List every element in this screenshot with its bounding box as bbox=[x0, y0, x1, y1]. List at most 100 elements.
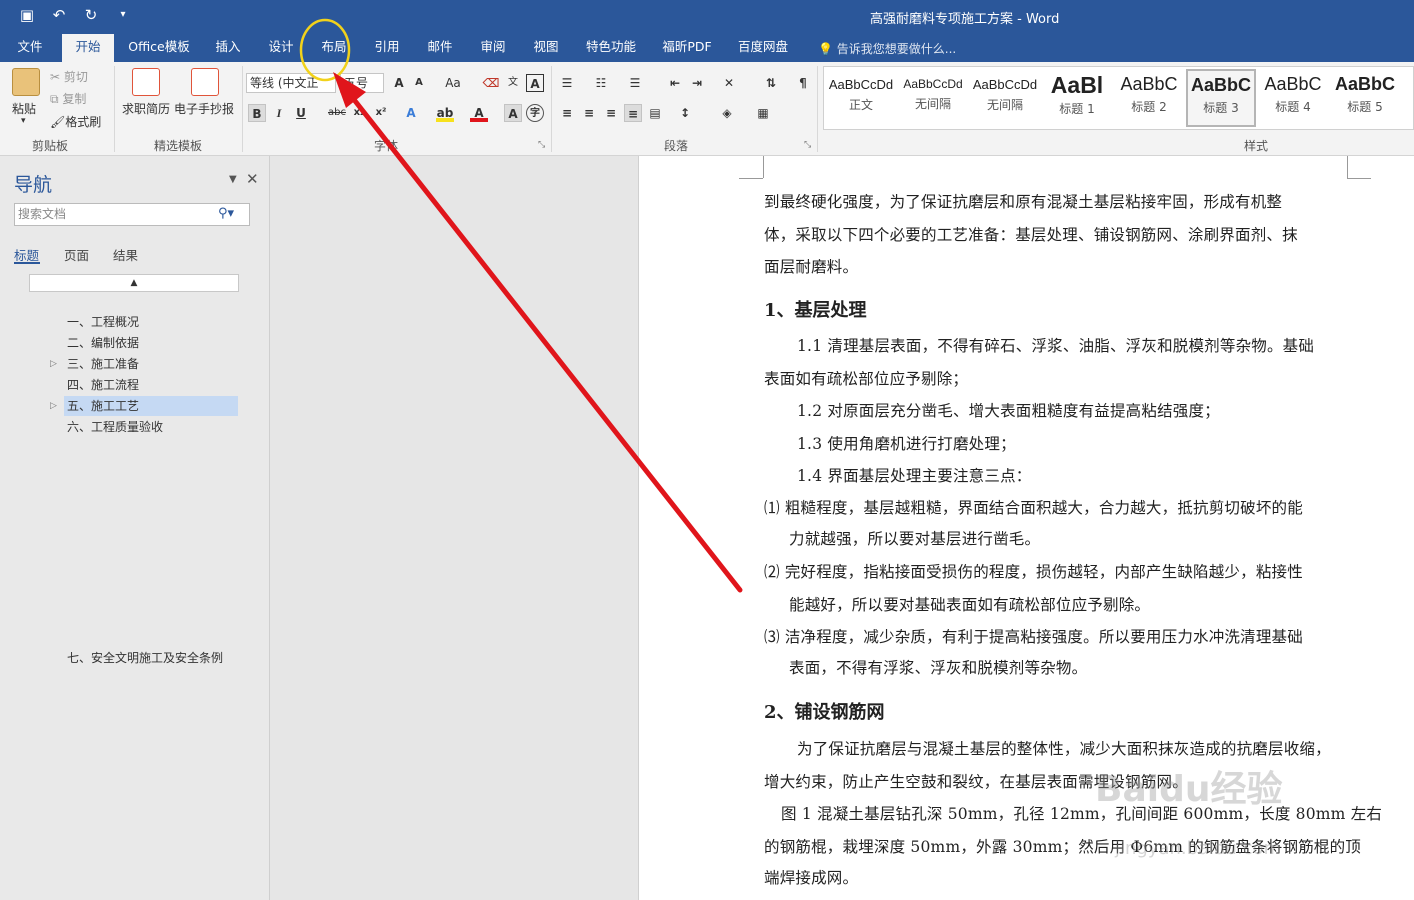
show-marks-icon[interactable]: ¶ bbox=[794, 74, 812, 92]
paste-icon[interactable] bbox=[12, 68, 40, 96]
clipboard-group-label: 剪贴板 bbox=[32, 139, 69, 153]
font-color-icon[interactable]: A bbox=[470, 104, 488, 122]
line-spacing-icon[interactable]: ↕ bbox=[676, 104, 694, 122]
save-icon[interactable]: ▣ bbox=[18, 6, 36, 24]
expand-icon[interactable]: ▷ bbox=[50, 401, 57, 411]
justify-icon[interactable]: ≡ bbox=[624, 104, 642, 122]
align-left-icon[interactable]: ≡ bbox=[558, 104, 576, 122]
highlight-icon[interactable]: ab bbox=[436, 104, 454, 122]
tab-office-templates[interactable]: Office模板 bbox=[122, 34, 196, 62]
paragraph-line: ⑶ 洁净程度，减少杂质，有利于提高粘接强度。所以要用压力水冲洗清理基础 bbox=[764, 628, 1303, 646]
nav-options-icon[interactable]: ▼ bbox=[229, 174, 237, 185]
nav-tab-pages[interactable]: 页面 bbox=[64, 245, 89, 264]
character-border-icon[interactable]: A bbox=[526, 74, 544, 92]
multilevel-list-icon[interactable]: ☰ bbox=[626, 74, 644, 92]
heading-item[interactable]: 四、施工流程 bbox=[64, 375, 238, 395]
heading-item[interactable]: 七、安全文明施工及安全条例 bbox=[64, 648, 238, 668]
font-name-combo[interactable]: 等线 (中文正 bbox=[246, 73, 336, 93]
bullets-icon[interactable]: ☰ bbox=[558, 74, 576, 92]
style-no-spacing[interactable]: AaBbCcDd 无间隔 bbox=[970, 69, 1040, 127]
paste-button[interactable]: 粘贴 bbox=[12, 100, 36, 117]
format-painter-button[interactable]: 🖌格式刷 bbox=[50, 113, 101, 130]
tab-home[interactable]: 开始 bbox=[62, 34, 114, 62]
italic-button[interactable]: I bbox=[270, 104, 288, 122]
search-icon[interactable]: ⚲▾ bbox=[218, 206, 253, 221]
heading-item[interactable]: 二、编制依据 bbox=[64, 333, 238, 353]
distributed-icon[interactable]: ▤ bbox=[646, 104, 664, 122]
heading-item[interactable]: 三、施工准备 bbox=[64, 354, 238, 374]
clear-formatting-icon[interactable]: ⌫ bbox=[482, 74, 500, 92]
tab-design[interactable]: 设计 bbox=[259, 34, 303, 62]
customize-qat-icon[interactable]: ▾ bbox=[114, 6, 132, 24]
nav-tab-results[interactable]: 结果 bbox=[113, 245, 138, 264]
superscript-button[interactable]: x² bbox=[372, 104, 390, 122]
tab-review[interactable]: 审阅 bbox=[471, 34, 515, 62]
style-body-text[interactable]: AaBbCcDd 无间隔 bbox=[898, 69, 968, 127]
text-effects-icon[interactable]: A bbox=[402, 104, 420, 122]
watermark-url: jingyan.baidu.com bbox=[1115, 838, 1282, 859]
tab-file[interactable]: 文件 bbox=[8, 34, 52, 62]
sort-icon[interactable]: ⇅ bbox=[762, 74, 780, 92]
style-normal[interactable]: AaBbCcDd 正文 bbox=[826, 69, 896, 127]
font-group-label: 字体 bbox=[374, 139, 399, 153]
heading-item[interactable]: 六、工程质量验收 bbox=[64, 417, 238, 437]
tab-view[interactable]: 视图 bbox=[524, 34, 568, 62]
phonetic-guide-icon[interactable]: 文 bbox=[504, 74, 522, 92]
paste-dropdown-icon[interactable]: ▾ bbox=[21, 116, 26, 126]
styles-group-label: 样式 bbox=[1244, 139, 1269, 153]
redo-icon[interactable]: ↻ bbox=[82, 6, 100, 24]
style-heading-1[interactable]: AaBl 标题 1 bbox=[1042, 69, 1112, 127]
tell-me-box[interactable]: 💡 告诉我您想要做什么... bbox=[818, 40, 956, 57]
character-shading-icon[interactable]: A bbox=[504, 104, 522, 122]
search-input[interactable]: 搜索文档 bbox=[14, 203, 250, 226]
font-size-combo[interactable]: 五号 bbox=[340, 73, 384, 93]
underline-button[interactable]: U bbox=[292, 104, 310, 122]
handwritten-template-button[interactable]: 电子手抄报 bbox=[174, 100, 234, 117]
increase-indent-icon[interactable]: ⇥ bbox=[688, 74, 706, 92]
align-right-icon[interactable]: ≡ bbox=[602, 104, 620, 122]
enclose-characters-icon[interactable]: 字 bbox=[526, 104, 544, 122]
navigation-pane: 导航 ▼ ✕ 搜索文档 ⚲▾ 标题 页面 结果 ▲ 一、工程概况 二、编制依据 … bbox=[0, 156, 270, 900]
scissors-icon: ✂ bbox=[50, 70, 61, 84]
heading-item-selected[interactable]: 五、施工工艺 bbox=[64, 396, 238, 416]
tab-foxit-pdf[interactable]: 福昕PDF bbox=[656, 34, 718, 62]
tab-layout[interactable]: 布局 bbox=[312, 34, 356, 62]
change-case-button[interactable]: Aa bbox=[440, 74, 466, 92]
resume-template-button[interactable]: 求职简历 bbox=[122, 100, 170, 117]
align-center-icon[interactable]: ≡ bbox=[580, 104, 598, 122]
numbering-icon[interactable]: ☷ bbox=[592, 74, 610, 92]
style-heading-4[interactable]: AaBbC 标题 4 bbox=[1258, 69, 1328, 127]
close-icon[interactable]: ✕ bbox=[246, 170, 259, 188]
heading-item[interactable]: 一、工程概况 bbox=[64, 312, 238, 332]
cut-button[interactable]: ✂ 剪切 bbox=[50, 68, 88, 85]
tab-baidu-netdisk[interactable]: 百度网盘 bbox=[732, 34, 794, 62]
style-heading-5[interactable]: AaBbC 标题 5 bbox=[1330, 69, 1400, 127]
tab-mailings[interactable]: 邮件 bbox=[418, 34, 462, 62]
copy-button[interactable]: ⧉ 复制 bbox=[50, 90, 86, 107]
subscript-button[interactable]: x₂ bbox=[350, 104, 368, 122]
handwritten-template-icon[interactable] bbox=[191, 68, 219, 96]
tab-references[interactable]: 引用 bbox=[365, 34, 409, 62]
undo-icon[interactable]: ↶ bbox=[50, 6, 68, 24]
style-heading-3[interactable]: AaBbC 标题 3 bbox=[1186, 69, 1256, 127]
shading-icon[interactable]: ◈ bbox=[718, 104, 736, 122]
grow-font-button[interactable]: A bbox=[390, 74, 408, 92]
font-dialog-launcher-icon[interactable]: ⤡ bbox=[538, 140, 545, 150]
paragraph-line: 端焊接成网。 bbox=[764, 869, 859, 887]
expand-icon[interactable]: ▷ bbox=[50, 359, 57, 369]
paragraph-line: 1.3 使用角磨机进行打磨处理； bbox=[797, 435, 1016, 453]
tab-insert[interactable]: 插入 bbox=[206, 34, 250, 62]
style-heading-2[interactable]: AaBbC 标题 2 bbox=[1114, 69, 1184, 127]
strikethrough-button[interactable]: abc bbox=[326, 104, 348, 122]
resume-template-icon[interactable] bbox=[132, 68, 160, 96]
shrink-font-button[interactable]: A bbox=[410, 74, 428, 92]
bold-button[interactable]: B bbox=[248, 104, 266, 122]
decrease-indent-icon[interactable]: ⇤ bbox=[666, 74, 684, 92]
chinese-layout-icon[interactable]: ✕ bbox=[720, 74, 738, 92]
borders-icon[interactable]: ▦ bbox=[754, 104, 772, 122]
collapse-all-button[interactable]: ▲ bbox=[29, 274, 239, 292]
paragraph-dialog-launcher-icon[interactable]: ⤡ bbox=[804, 140, 811, 150]
document-page[interactable]: 到最终硬化强度，为了保证抗磨层和原有混凝土基层粘接牢固，形成有机整 体，采取以下… bbox=[638, 156, 1414, 900]
title-bar: ▣ ↶ ↻ ▾ 高强耐磨料专项施工方案 - Word bbox=[0, 0, 1414, 34]
tab-special-features[interactable]: 特色功能 bbox=[580, 34, 642, 62]
